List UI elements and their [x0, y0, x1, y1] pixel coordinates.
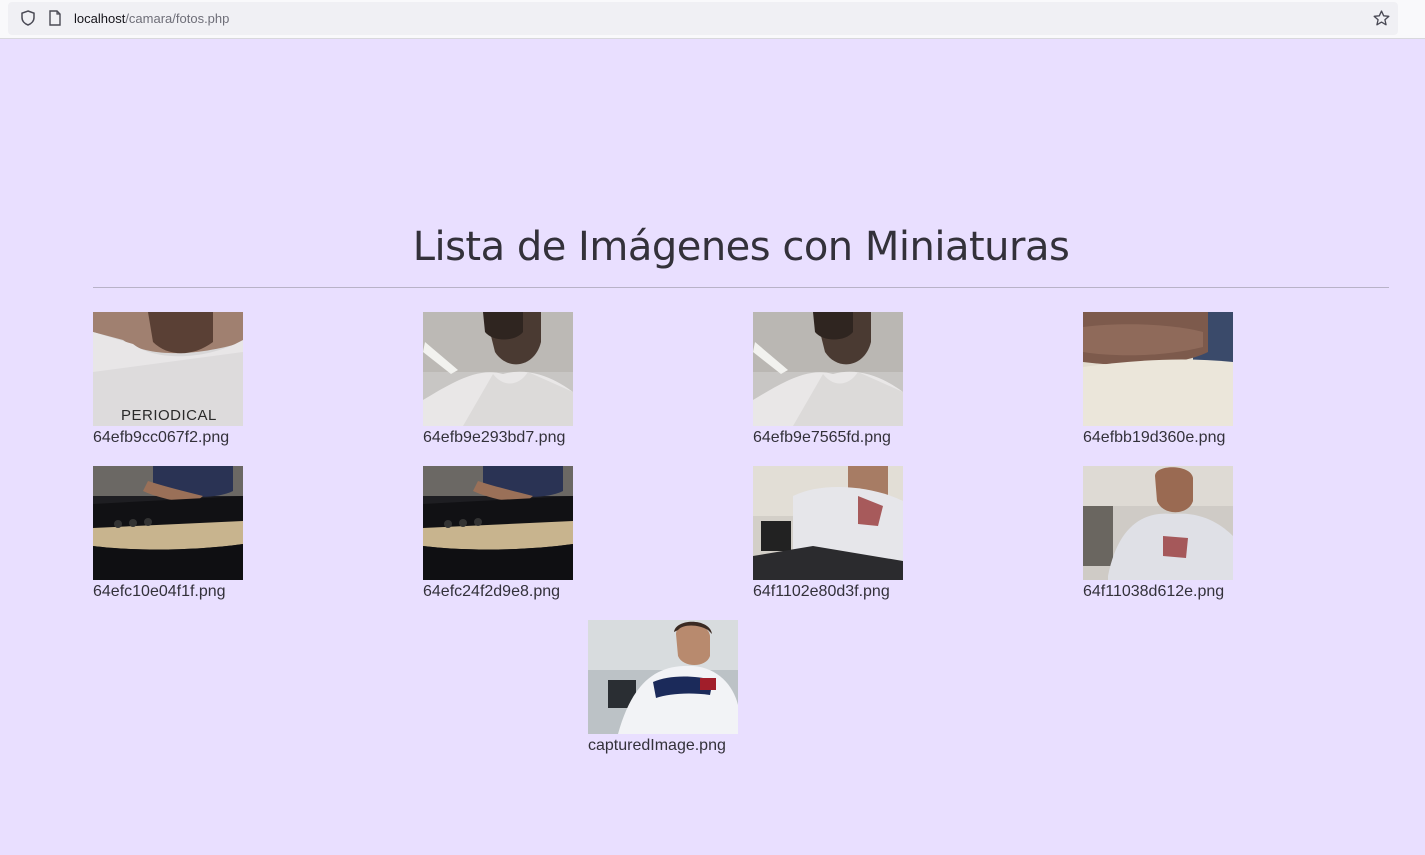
- shirt-print-text: PERIODICAL: [121, 407, 217, 424]
- image-item: 64efbb19d360e.png: [1083, 312, 1283, 452]
- image-filename: 64f11038d612e.png: [1083, 583, 1225, 600]
- image-thumbnail[interactable]: [1083, 466, 1233, 580]
- image-filename: 64efbb19d360e.png: [1083, 429, 1226, 446]
- image-thumbnail[interactable]: [93, 466, 243, 580]
- page-title: Lista de Imágenes con Miniaturas: [412, 224, 1070, 270]
- url-path: /camara/fotos.php: [125, 11, 230, 26]
- image-item: capturedImage.png: [588, 620, 788, 760]
- url-host: localhost: [74, 11, 126, 26]
- image-filename: 64f1102e80d3f.png: [753, 583, 890, 600]
- image-filename: 64efb9e7565fd.png: [753, 429, 891, 446]
- url-text[interactable]: localhost/camara/fotos.php: [74, 11, 229, 27]
- image-item: 64efb9e293bd7.png: [423, 312, 623, 452]
- image-filename: capturedImage.png: [588, 737, 726, 754]
- image-filename: 64efb9e293bd7.png: [423, 429, 566, 446]
- shield-icon[interactable]: [19, 9, 37, 27]
- image-item: 64f11038d612e.png: [1083, 466, 1283, 606]
- bookmark-star-icon[interactable]: [1372, 9, 1391, 28]
- image-thumbnail[interactable]: [588, 620, 738, 734]
- page-icon: [49, 10, 61, 26]
- image-item: PERIODICAL 64efb9cc067f2.png: [93, 312, 293, 452]
- image-item: 64efb9e7565fd.png: [753, 312, 953, 452]
- image-thumbnail[interactable]: [753, 466, 903, 580]
- image-thumbnail[interactable]: [423, 466, 573, 580]
- image-thumbnail[interactable]: [423, 312, 573, 426]
- image-filename: 64efc10e04f1f.png: [93, 583, 226, 600]
- image-thumbnail[interactable]: PERIODICAL: [93, 312, 243, 426]
- image-item: 64f1102e80d3f.png: [753, 466, 953, 606]
- image-filename: 64efc24f2d9e8.png: [423, 583, 561, 600]
- browser-toolbar: localhost/camara/fotos.php: [0, 0, 1425, 39]
- image-item: 64efc24f2d9e8.png: [423, 466, 623, 606]
- image-thumbnail[interactable]: [1083, 312, 1233, 426]
- image-filename: 64efb9cc067f2.png: [93, 429, 230, 446]
- image-thumbnail[interactable]: [753, 312, 903, 426]
- title-divider: [93, 287, 1389, 288]
- image-item: 64efc10e04f1f.png: [93, 466, 293, 606]
